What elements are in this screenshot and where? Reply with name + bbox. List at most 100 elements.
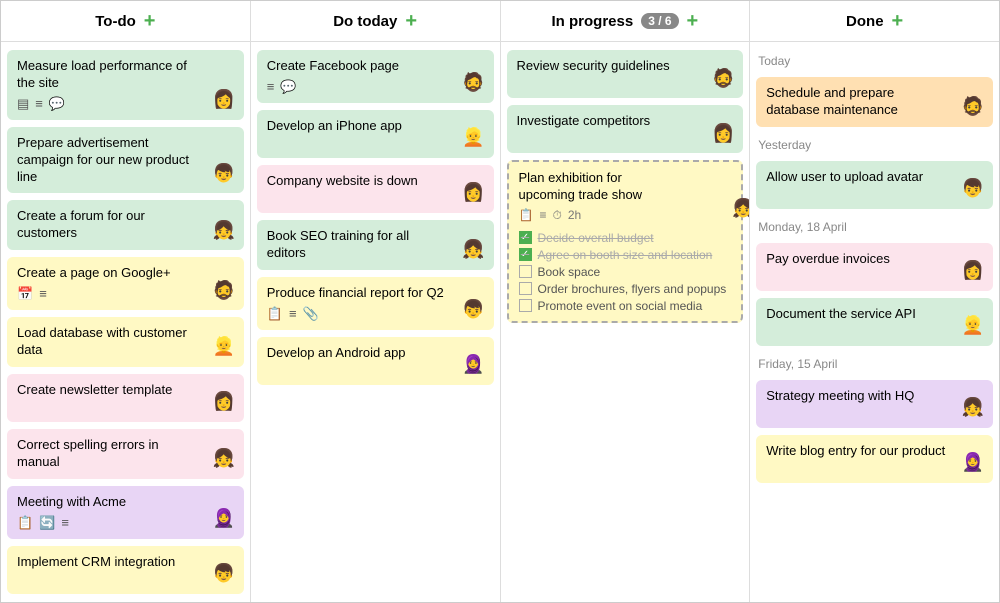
card-td4-icons: 📅 ≡ — [17, 286, 234, 302]
card-td3[interactable]: Create a forum for our customers — [7, 200, 244, 250]
kanban-board: To-do + Measure load performance of the … — [0, 0, 1000, 603]
card-td9-avatar — [210, 560, 238, 588]
subtask-5-text: Promote event on social media — [538, 299, 703, 313]
subtask-2-check[interactable]: ✓ — [519, 248, 532, 261]
card-d1[interactable]: Schedule and prepare database maintenanc… — [756, 77, 993, 127]
card-td3-avatar — [210, 216, 238, 244]
inprogress-badge: 3 / 6 — [641, 13, 678, 29]
card-dt6-avatar — [460, 351, 488, 379]
card-dt5[interactable]: Produce financial report for Q2 📋 ≡ 📎 — [257, 277, 494, 330]
card-td2[interactable]: Prepare advertisement campaign for our n… — [7, 127, 244, 194]
card-d2-title: Allow user to upload avatar — [766, 169, 983, 186]
doc-icon: 📋 — [267, 306, 283, 322]
column-dotoday-header: Do today + — [251, 1, 500, 42]
card-td6-avatar — [210, 388, 238, 416]
attachment-icon: 📎 — [303, 306, 319, 322]
card-td9-title: Implement CRM integration — [17, 554, 234, 571]
card-dt3-avatar — [460, 179, 488, 207]
card-d4[interactable]: Document the service API — [756, 298, 993, 346]
card-dt5-avatar — [460, 296, 488, 324]
card-d3-avatar — [959, 257, 987, 285]
column-done-body: Today Schedule and prepare database main… — [750, 42, 999, 602]
card-ip3[interactable]: Plan exhibition for upcoming trade show … — [507, 160, 744, 323]
subtask-4-text: Order brochures, flyers and popups — [538, 282, 727, 296]
column-inprogress-header: In progress 3 / 6 + — [501, 1, 750, 42]
list-icon: ▤ — [17, 96, 29, 112]
column-todo-title: To-do — [95, 13, 136, 30]
card-td7-title: Correct spelling errors in manual — [17, 437, 234, 471]
card-td8[interactable]: Meeting with Acme 📋 🔄 ≡ — [7, 486, 244, 539]
subtask-1-text: Decide overall budget — [538, 231, 654, 245]
calendar-icon: 📅 — [17, 286, 33, 302]
subtask-1-check[interactable]: ✓ — [519, 231, 532, 244]
card-td7[interactable]: Correct spelling errors in manual — [7, 429, 244, 479]
card-dt4-avatar — [460, 236, 488, 264]
duration-label: 2h — [568, 208, 581, 222]
card-ip3-title: Plan exhibition for upcoming trade show — [519, 170, 696, 204]
card-d3[interactable]: Pay overdue invoices — [756, 243, 993, 291]
card-d4-title: Document the service API — [766, 306, 983, 323]
column-todo-body: Measure load performance of the site ▤ ≡… — [1, 42, 250, 602]
card-td8-avatar — [210, 505, 238, 533]
card-dt1-title: Create Facebook page — [267, 58, 484, 75]
card-ip3-meta: 📋 ≡ ⏱ 2h — [519, 208, 696, 223]
column-done-header: Done + — [750, 1, 999, 42]
card-dt3[interactable]: Company website is down — [257, 165, 494, 213]
card-dt2-avatar — [460, 124, 488, 152]
list-icon: ≡ — [289, 306, 297, 322]
card-dt1[interactable]: Create Facebook page ≡ 💬 — [257, 50, 494, 103]
card-ip3-avatar — [729, 195, 749, 223]
card-d2[interactable]: Allow user to upload avatar — [756, 161, 993, 209]
card-ip2-avatar — [709, 119, 737, 147]
card-dt1-avatar — [460, 69, 488, 97]
section-friday-label: Friday, 15 April — [756, 353, 993, 373]
comment-icon: 💬 — [280, 79, 296, 95]
card-td4[interactable]: Create a page on Google+ 📅 ≡ — [7, 257, 244, 310]
subtask-3-check[interactable] — [519, 265, 532, 278]
list-icon: ≡ — [539, 208, 546, 222]
doc-icon: 📋 — [17, 515, 33, 531]
column-inprogress-body: Review security guidelines Investigate c… — [501, 42, 750, 602]
card-d6[interactable]: Write blog entry for our product — [756, 435, 993, 483]
column-inprogress-add-button[interactable]: + — [687, 11, 699, 31]
card-td9[interactable]: Implement CRM integration — [7, 546, 244, 594]
comment-icon: 💬 — [49, 96, 65, 112]
subtask-5-check[interactable] — [519, 299, 532, 312]
card-dt4[interactable]: Book SEO training for all editors — [257, 220, 494, 270]
section-monday-label: Monday, 18 April — [756, 216, 993, 236]
card-ip2[interactable]: Investigate competitors — [507, 105, 744, 153]
card-dt5-title: Produce financial report for Q2 — [267, 285, 484, 302]
card-d2-avatar — [959, 175, 987, 203]
subtask-1: ✓ Decide overall budget — [519, 231, 732, 245]
task-icon: ≡ — [35, 96, 43, 112]
card-td4-avatar — [210, 276, 238, 304]
card-td8-icons: 📋 🔄 ≡ — [17, 515, 234, 531]
column-inprogress: In progress 3 / 6 + Review security guid… — [501, 1, 751, 602]
card-ip1-title: Review security guidelines — [517, 58, 734, 75]
column-dotoday-add-button[interactable]: + — [405, 11, 417, 31]
column-done-title: Done — [846, 13, 884, 30]
subtask-4: Order brochures, flyers and popups — [519, 282, 732, 296]
card-ip1-avatar — [709, 64, 737, 92]
column-todo-add-button[interactable]: + — [144, 11, 156, 31]
card-d5[interactable]: Strategy meeting with HQ — [756, 380, 993, 428]
card-d4-avatar — [959, 312, 987, 340]
card-ip1[interactable]: Review security guidelines — [507, 50, 744, 98]
card-d5-title: Strategy meeting with HQ — [766, 388, 983, 405]
card-dt2-title: Develop an iPhone app — [267, 118, 484, 135]
card-dt6[interactable]: Develop an Android app — [257, 337, 494, 385]
card-td6[interactable]: Create newsletter template — [7, 374, 244, 422]
subtask-5: Promote event on social media — [519, 299, 732, 313]
card-d1-title: Schedule and prepare database maintenanc… — [766, 85, 983, 119]
subtask-4-check[interactable] — [519, 282, 532, 295]
column-dotoday: Do today + Create Facebook page ≡ 💬 Deve… — [251, 1, 501, 602]
card-td5[interactable]: Load database with customer data — [7, 317, 244, 367]
subtask-3-text: Book space — [538, 265, 601, 279]
section-yesterday-label: Yesterday — [756, 134, 993, 154]
card-dt2[interactable]: Develop an iPhone app — [257, 110, 494, 158]
card-td1[interactable]: Measure load performance of the site ▤ ≡… — [7, 50, 244, 120]
card-dt4-title: Book SEO training for all editors — [267, 228, 484, 262]
column-done-add-button[interactable]: + — [892, 11, 904, 31]
column-inprogress-title: In progress — [552, 13, 634, 30]
card-td1-icons: ▤ ≡ 💬 — [17, 96, 234, 112]
